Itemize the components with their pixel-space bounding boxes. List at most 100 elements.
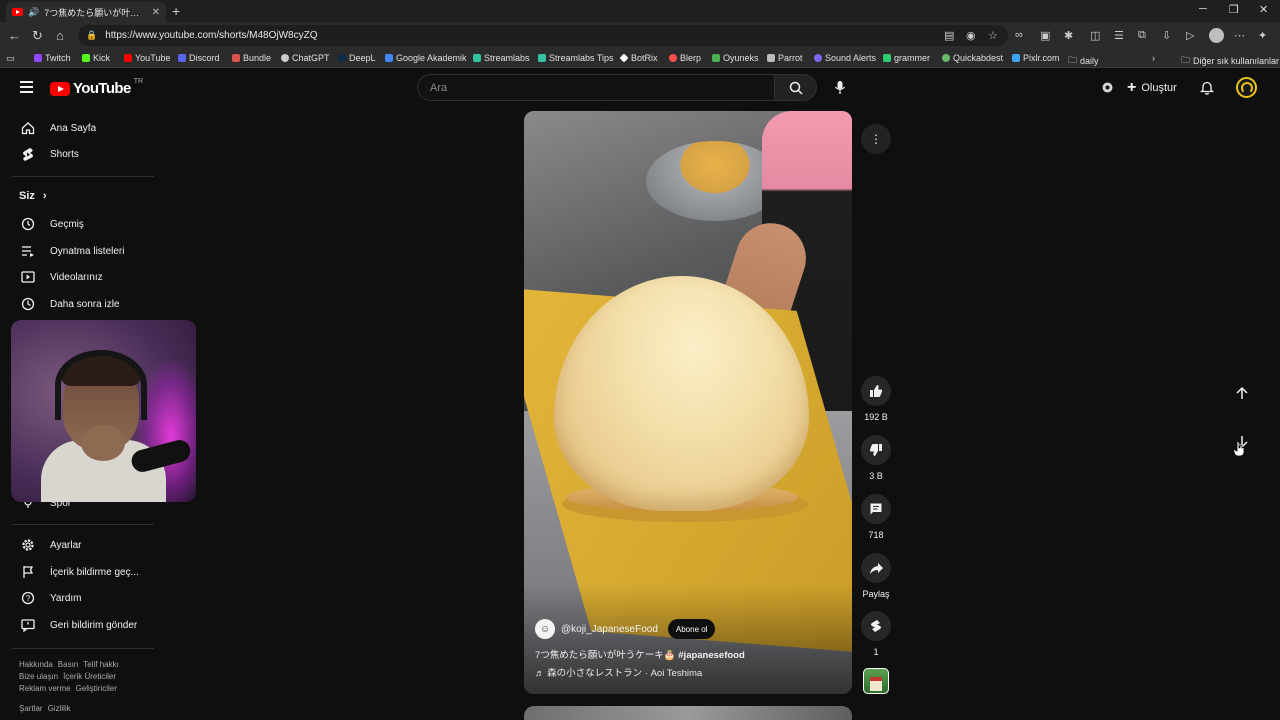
sidebar-item-watch-later[interactable]: Daha sonra izle <box>12 292 154 316</box>
extension-icon[interactable]: ▣ <box>1040 29 1050 42</box>
media-icon[interactable]: ▷ <box>1186 29 1194 42</box>
window-close-icon[interactable]: ✕ <box>1259 3 1268 16</box>
bookmark-botrix[interactable]: BotRix <box>619 53 658 63</box>
bookmark-chatgpt[interactable]: ChatGPT <box>281 53 330 63</box>
footer-link-advertise[interactable]: Reklam verme <box>19 684 71 693</box>
footer-link-press[interactable]: Basın <box>58 660 78 669</box>
sidebar-item-send-feedback[interactable]: Geri bildirim gönder <box>12 613 154 637</box>
browser-menu-icon[interactable]: ⋯ <box>1234 29 1245 42</box>
favorites-icon[interactable]: ☰ <box>1114 29 1124 42</box>
bookmark-folder-daily[interactable]: 🗀 daily <box>1068 53 1099 69</box>
sidebar-item-your-videos[interactable]: Videolarınız <box>12 265 154 289</box>
bundle-icon <box>232 54 240 62</box>
sidebar-item-report-history[interactable]: İçerik bildirme geç... <box>12 560 154 584</box>
extension-icon[interactable]: ∞ <box>1015 29 1023 41</box>
comments-button[interactable] <box>861 494 891 524</box>
tab-close-icon[interactable]: ✕ <box>152 7 160 18</box>
share-button[interactable] <box>861 553 891 583</box>
more-actions-button[interactable]: ⋮ <box>861 124 891 154</box>
bookmark-youtube[interactable]: YouTube <box>124 53 170 63</box>
deepl-icon <box>338 54 346 62</box>
footer-links-row: Şartlar Gizlilik <box>19 703 76 715</box>
bookmark-kick[interactable]: Kick <box>82 53 110 63</box>
footer-link-about[interactable]: Hakkında <box>19 660 53 669</box>
footer-link-creators[interactable]: İçerik Üreticiler <box>63 672 116 681</box>
bookmarks-overflow-chevron-icon[interactable]: › <box>1152 53 1155 63</box>
copilot-icon[interactable]: ✦ <box>1258 29 1267 42</box>
bookmark-blerp[interactable]: Blerp <box>669 53 701 63</box>
extensions-puzzle-icon[interactable]: ✱ <box>1064 29 1073 42</box>
reload-icon[interactable]: ↻ <box>32 28 43 44</box>
footer-link-developers[interactable]: Geliştiriciler <box>76 684 117 693</box>
speaker-icon[interactable]: 🔊 <box>28 7 39 18</box>
guide-menu-icon[interactable] <box>20 81 33 93</box>
tracking-prevention-icon[interactable]: ◉ <box>966 29 976 42</box>
like-button[interactable] <box>861 376 891 406</box>
reader-icon[interactable]: ▤ <box>944 29 954 42</box>
create-button[interactable]: + Oluştur <box>1127 76 1177 100</box>
bookmark-deepl[interactable]: DeepL <box>338 53 376 63</box>
sidebar-item-playlists[interactable]: Oynatma listeleri <box>12 239 154 263</box>
sidebar-item-home[interactable]: Ana Sayfa <box>12 116 154 140</box>
minimize-icon[interactable]: ─ <box>1199 3 1207 15</box>
next-short-preview[interactable] <box>524 706 852 720</box>
footer-link-contact[interactable]: Bize ulaşın <box>19 672 58 681</box>
split-screen-icon[interactable]: ◫ <box>1090 29 1100 42</box>
home-icon[interactable]: ⌂ <box>56 28 64 43</box>
bookmark-bundle[interactable]: Bundle <box>232 53 271 63</box>
footer-links-row: Reklam verme Geliştiriciler <box>19 683 122 695</box>
back-icon[interactable]: ← <box>8 28 21 43</box>
bookmark-streamlabs[interactable]: Streamlabs <box>473 53 530 63</box>
bookmark-discord[interactable]: Discord <box>178 53 220 63</box>
sound-thumbnail[interactable] <box>863 668 889 694</box>
voice-search-button[interactable] <box>834 80 846 98</box>
youtube-logo[interactable]: YouTube TR <box>50 78 143 97</box>
notifications-button[interactable] <box>1199 80 1215 98</box>
bookmark-google-akademik[interactable]: Google Akademik <box>385 53 467 63</box>
studio-extension-button[interactable] <box>1100 80 1115 98</box>
address-bar[interactable]: 🔒 https://www.youtube.com/shorts/M48OjW8… <box>78 25 1008 46</box>
bookmark-grammer[interactable]: grammer <box>883 53 930 63</box>
bookmark-streamlabs-tips[interactable]: Streamlabs Tips <box>538 53 614 63</box>
bookmark-quickabdest[interactable]: Quickabdest <box>942 53 1003 63</box>
search-button[interactable] <box>775 74 817 101</box>
downloads-icon[interactable]: ⇩ <box>1162 29 1171 42</box>
music-link[interactable]: ♬ 森の小さなレストラン · Aoi Teshima <box>535 665 702 679</box>
sidebar-item-shorts[interactable]: Shorts <box>12 142 154 166</box>
bookmark-label: Parrot <box>778 53 803 63</box>
browser-tab-active[interactable]: 🔊 7つ焦めたら願いが叶うケーキ🎂 ✕ <box>6 2 166 22</box>
short-caption[interactable]: 7つ焦めたら願いが叶うケーキ🎂 #japanesefood <box>535 647 745 661</box>
previous-short-button[interactable] <box>1230 381 1254 405</box>
sidebar-item-help[interactable]: ? Yardım <box>12 586 154 610</box>
site-info-icon[interactable]: 🔒 <box>86 30 97 41</box>
sidebar-item-settings[interactable]: Ayarlar <box>12 533 154 557</box>
dislike-button[interactable] <box>861 435 891 465</box>
sidebar-section-you[interactable]: Siz › <box>19 190 47 202</box>
footer-link-copyright[interactable]: Telif hakkı <box>83 660 119 669</box>
new-tab-button[interactable]: + <box>172 3 180 19</box>
collections-icon[interactable]: ⧉ <box>1138 29 1146 42</box>
bookmarks-menu-icon[interactable]: ▭ <box>6 53 15 64</box>
bookmark-oyuneks[interactable]: Oyuneks <box>712 53 759 63</box>
account-avatar[interactable] <box>1236 77 1257 98</box>
shorts-video-player[interactable]: ☺ @koji_JapaneseFood Abone ol 7つ焦めたら願いが叶… <box>524 111 852 694</box>
channel-name[interactable]: @koji_JapaneseFood <box>561 624 658 635</box>
bookmark-label: BotRix <box>631 53 658 63</box>
favorite-star-icon[interactable]: ☆ <box>988 29 998 42</box>
other-bookmarks-folder[interactable]: 🗀 Diğer sık kullanılanlar <box>1181 53 1279 69</box>
bookmark-pixlr[interactable]: Pixlr.com <box>1012 53 1060 63</box>
channel-avatar[interactable]: ☺ <box>535 619 555 639</box>
subscribe-button[interactable]: Abone ol <box>667 619 716 639</box>
sidebar-item-history[interactable]: Geçmiş <box>12 212 154 236</box>
search-input[interactable]: Ara <box>417 74 775 101</box>
browser-profile-avatar[interactable] <box>1209 28 1224 43</box>
footer-link-privacy[interactable]: Gizlilik <box>48 704 71 713</box>
maximize-icon[interactable]: ❐ <box>1229 3 1239 16</box>
hashtag-link[interactable]: #japanesefood <box>678 650 745 661</box>
bookmark-sound-alerts[interactable]: Sound Alerts <box>814 53 876 63</box>
comment-count: 718 <box>868 530 884 540</box>
remix-button[interactable] <box>861 611 891 641</box>
bookmark-parrot[interactable]: Parrot <box>767 53 803 63</box>
bookmark-twitch[interactable]: Twitch <box>34 53 71 63</box>
footer-link-terms[interactable]: Şartlar <box>19 704 43 713</box>
